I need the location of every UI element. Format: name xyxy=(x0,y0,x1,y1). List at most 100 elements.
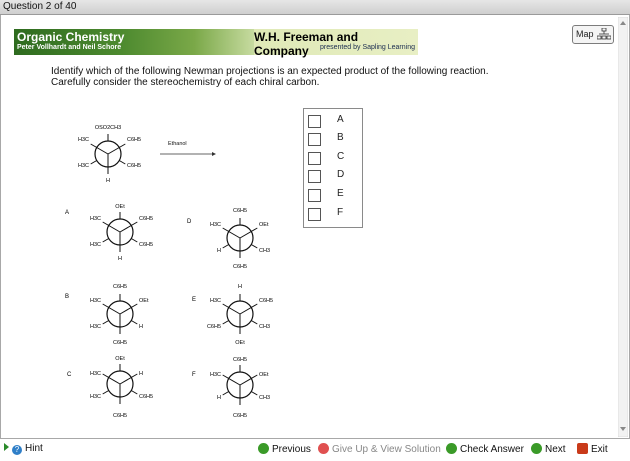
answer-choices: A B C D E F xyxy=(303,108,363,228)
choice-label: B xyxy=(337,132,344,143)
newman-option-b: C6H5 H3C OEt H3C H C6H5 xyxy=(90,284,149,346)
sub-top: H xyxy=(238,284,242,290)
reaction-condition: Ethanol xyxy=(168,141,187,147)
sub-r: H xyxy=(139,324,143,330)
sub-ur: C6H5 xyxy=(259,298,273,304)
exit-button[interactable]: Exit xyxy=(577,443,608,455)
banner-title: Organic Chemistry xyxy=(17,30,125,44)
hint-label: Hint xyxy=(25,443,43,454)
choice-b[interactable]: B xyxy=(308,132,358,148)
sub-ul: H3C xyxy=(210,372,221,378)
arrow-head-icon xyxy=(212,152,216,156)
checkbox[interactable] xyxy=(308,170,321,183)
choice-f[interactable]: F xyxy=(308,207,358,223)
sub-ur: OEt xyxy=(259,372,269,378)
sub-top: C6H5 xyxy=(233,357,247,363)
sub-r: CH3 xyxy=(259,324,270,330)
sub-top: C6H5 xyxy=(233,208,247,214)
sub-l: H3C xyxy=(90,242,101,248)
sub-top: OEt xyxy=(115,204,125,210)
arrow-left-icon xyxy=(258,443,269,454)
question-icon: ? xyxy=(12,445,22,455)
choice-label: E xyxy=(337,188,344,199)
next-button[interactable]: Next xyxy=(531,443,566,455)
newman-reactant: OSO2CH3 H3C C6H5 H3C C6H5 H xyxy=(78,125,141,184)
sub-r: C6H5 xyxy=(127,163,141,169)
arrow-right-icon xyxy=(531,443,542,454)
banner-presented-by: presented by Sapling Learning xyxy=(320,44,415,51)
sub-r: C6H5 xyxy=(139,242,153,248)
previous-button[interactable]: Previous xyxy=(258,443,311,455)
checkbox[interactable] xyxy=(308,133,321,146)
sub-r: C6H5 xyxy=(139,394,153,400)
question-counter: Question 2 of 40 xyxy=(3,1,77,12)
exit-icon xyxy=(577,443,588,454)
newman-option-d: C6H5 H3C OEt H CH3 C6H5 xyxy=(210,208,270,270)
sub-b: C6H5 xyxy=(113,340,127,346)
sub-ul: H3C xyxy=(90,298,101,304)
checkbox[interactable] xyxy=(308,115,321,128)
sub-b: C6H5 xyxy=(113,413,127,419)
sub-b: OEt xyxy=(235,340,245,346)
sub-ul: H3C xyxy=(90,216,101,222)
choice-label: C xyxy=(337,151,345,162)
sub-ur: H xyxy=(139,371,143,377)
choice-label: A xyxy=(337,114,344,125)
title-bar: Question 2 of 40 xyxy=(0,0,630,15)
sub-b: C6H5 xyxy=(233,264,247,270)
sub-l: H xyxy=(217,248,221,254)
choice-a[interactable]: A xyxy=(308,114,358,130)
sub-l: C6H5 xyxy=(207,324,221,330)
choice-e[interactable]: E xyxy=(308,188,358,204)
option-label-e: E xyxy=(192,297,196,303)
sub-ur: OEt xyxy=(139,298,149,304)
check-icon xyxy=(446,443,457,454)
expand-arrow-icon xyxy=(4,443,9,451)
check-answer-button[interactable]: Check Answer xyxy=(446,443,524,455)
banner-publisher-block: W.H. Freeman and Company presented by Sa… xyxy=(254,29,418,58)
hint-button[interactable]: ? Hint xyxy=(4,443,43,455)
newman-option-a: OEt H3C C6H5 H3C C6H5 H xyxy=(90,204,153,262)
exit-label: Exit xyxy=(591,444,608,455)
choice-label: D xyxy=(337,169,345,180)
close-circle-icon xyxy=(318,443,329,454)
choice-c[interactable]: C xyxy=(308,151,358,167)
sitemap-icon xyxy=(597,28,611,40)
scrollbar[interactable] xyxy=(618,17,628,437)
sub-ur: OEt xyxy=(259,222,269,228)
newman-option-e: H H3C C6H5 C6H5 CH3 OEt xyxy=(207,284,273,346)
previous-label: Previous xyxy=(272,444,311,455)
question-line-1: Identify which of the following Newman p… xyxy=(51,66,489,77)
sub-l: H xyxy=(217,395,221,401)
checkbox[interactable] xyxy=(308,189,321,202)
option-label-c: C xyxy=(67,372,72,378)
option-label-d: D xyxy=(187,219,192,225)
sub-ur: C6H5 xyxy=(127,137,141,143)
banner-book: Organic Chemistry Peter Vollhardt and Ne… xyxy=(14,29,254,55)
sub-ur: C6H5 xyxy=(139,216,153,222)
checkbox[interactable] xyxy=(308,152,321,165)
newman-option-c: OEt H3C H H3C C6H5 C6H5 xyxy=(90,356,153,419)
banner: Organic Chemistry Peter Vollhardt and Ne… xyxy=(14,29,418,58)
sub-r: CH3 xyxy=(259,248,270,254)
sub-b: H xyxy=(106,178,110,184)
option-label-f: F xyxy=(192,372,196,378)
banner-authors: Peter Vollhardt and Neil Schore xyxy=(17,44,122,51)
navigation-bar: ? Hint Previous Give Up & View Solution C… xyxy=(0,438,630,461)
sub-r: CH3 xyxy=(259,395,270,401)
sub-ul: H3C xyxy=(78,137,89,143)
checkbox[interactable] xyxy=(308,208,321,221)
sub-b: C6H5 xyxy=(233,413,247,419)
check-answer-label: Check Answer xyxy=(460,444,524,455)
sub-l: H3C xyxy=(78,163,89,169)
give-up-label: Give Up & View Solution xyxy=(332,444,441,455)
choice-d[interactable]: D xyxy=(308,169,358,185)
sub-ul: H3C xyxy=(210,298,221,304)
choice-label: F xyxy=(337,207,344,218)
map-button[interactable]: Map xyxy=(572,25,614,44)
sub-top: OSO2CH3 xyxy=(95,125,121,131)
sub-b: H xyxy=(118,256,122,262)
next-label: Next xyxy=(545,444,566,455)
option-label-b: B xyxy=(65,294,69,300)
give-up-button[interactable]: Give Up & View Solution xyxy=(318,443,441,455)
